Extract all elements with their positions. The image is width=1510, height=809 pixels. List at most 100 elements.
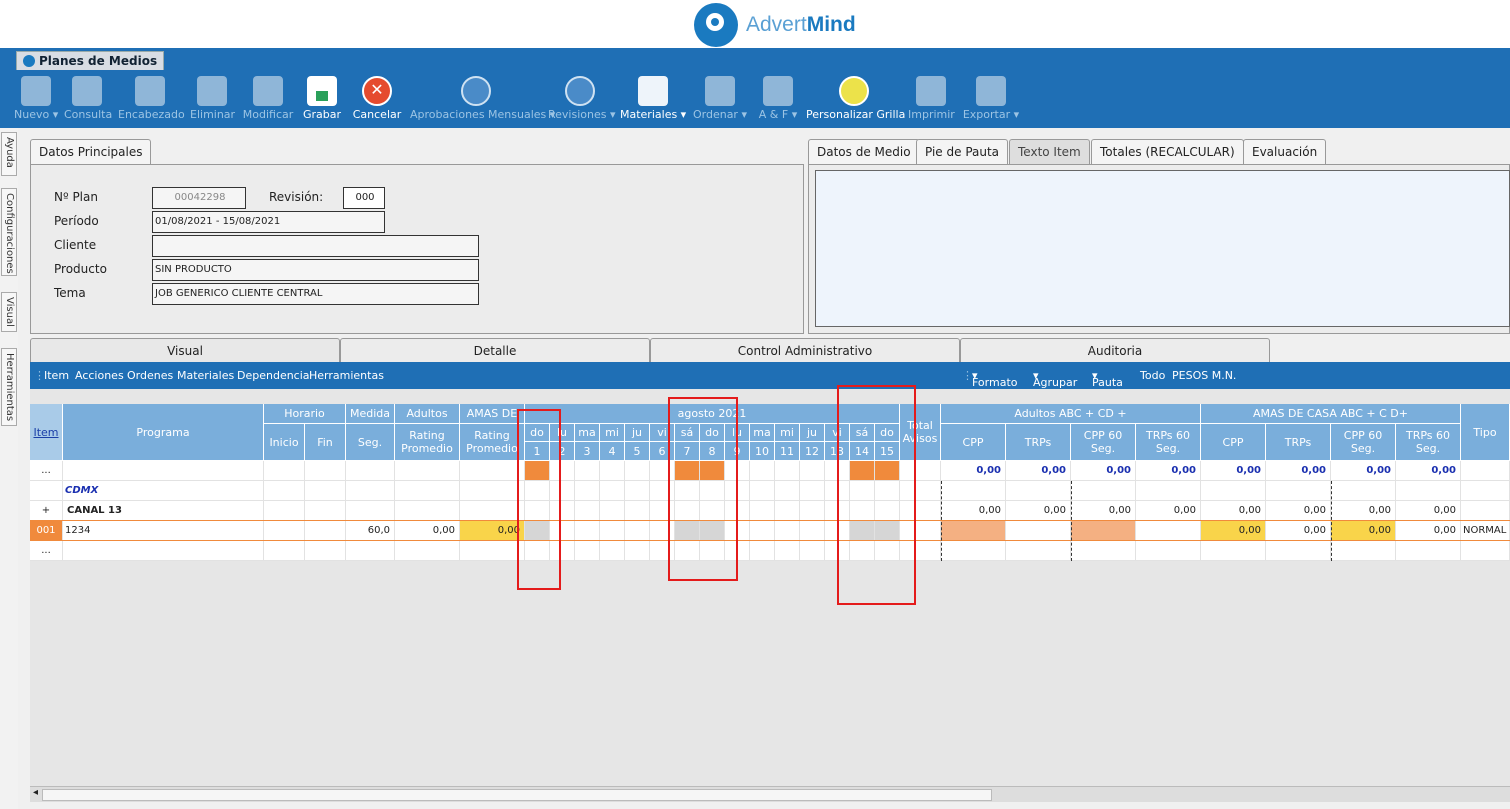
metric-header[interactable]: CPP — [941, 424, 1006, 461]
tab-datos-de-medio[interactable]: Datos de Medio — [808, 139, 920, 165]
metric-cell[interactable] — [1006, 481, 1071, 501]
day-cell[interactable] — [600, 461, 625, 481]
header-seg[interactable]: Seg. — [346, 424, 395, 461]
modificar-button[interactable]: Modificar — [242, 70, 294, 128]
header-item[interactable]: Item — [30, 404, 63, 461]
texto-item-textarea[interactable] — [815, 170, 1510, 327]
grid-cell[interactable] — [395, 541, 460, 561]
day-cell[interactable] — [600, 521, 625, 541]
grid-cell[interactable] — [305, 501, 346, 521]
ordenar-button[interactable]: Ordenar ▾ — [692, 70, 748, 128]
metric-header[interactable]: CPP — [1201, 424, 1266, 461]
personalizar-grilla-button[interactable]: Personalizar Grilla — [806, 70, 905, 128]
day-cell[interactable] — [775, 501, 800, 521]
menu-dependencia[interactable]: Dependencia — [237, 369, 310, 382]
tipo-cell[interactable] — [1461, 501, 1510, 521]
scroll-thumb[interactable] — [42, 789, 992, 801]
revisiones-button[interactable]: Revisiones ▾ — [548, 70, 616, 128]
grid-cell[interactable] — [264, 461, 305, 481]
materiales-button[interactable]: Materiales ▾ — [620, 70, 686, 128]
metric-cell[interactable] — [1071, 481, 1136, 501]
tab-visual[interactable]: Visual — [30, 338, 340, 362]
tab-detalle[interactable]: Detalle — [340, 338, 650, 362]
tab-evaluacion[interactable]: Evaluación — [1243, 139, 1327, 165]
tab-texto-item[interactable]: Texto Item — [1009, 139, 1090, 165]
day-of-week-header[interactable]: ju — [800, 424, 825, 442]
encabezado-button[interactable]: Encabezado — [118, 70, 185, 128]
header-programa[interactable]: Programa — [63, 404, 264, 461]
day-cell[interactable] — [800, 541, 825, 561]
item-programa[interactable]: 1234 — [63, 521, 264, 541]
metric-cell[interactable] — [1201, 541, 1266, 561]
item-seg[interactable]: 60,0 — [346, 521, 395, 541]
menu-herramientas[interactable]: Herramientas — [309, 369, 384, 382]
tipo-cell[interactable] — [1461, 541, 1510, 561]
day-cell[interactable] — [575, 541, 600, 561]
day-number-header[interactable]: 5 — [625, 442, 650, 461]
metric-header[interactable]: CPP 60 Seg. — [1331, 424, 1396, 461]
day-of-week-header[interactable]: ma — [750, 424, 775, 442]
new-button[interactable]: Nuevo ▾ — [14, 70, 58, 128]
periodo-field[interactable]: 01/08/2021 - 15/08/2021 — [152, 211, 385, 233]
grid-cell[interactable] — [460, 501, 525, 521]
day-cell[interactable] — [575, 461, 600, 481]
grid-cell[interactable] — [395, 461, 460, 481]
metric-cell[interactable] — [1071, 541, 1136, 561]
side-tab-herramientas[interactable]: Herramientas — [1, 348, 17, 426]
metric-header[interactable]: TRPs 60 Seg. — [1396, 424, 1461, 461]
day-cell[interactable] — [750, 521, 775, 541]
metric-cell[interactable] — [1396, 481, 1461, 501]
day-cell[interactable] — [575, 481, 600, 501]
grid-cell[interactable] — [264, 541, 305, 561]
tab-datos-principales[interactable]: Datos Principales — [30, 139, 152, 165]
cancelar-button[interactable]: Cancelar — [352, 70, 402, 128]
day-number-header[interactable]: 11 — [775, 442, 800, 461]
header-tipo[interactable]: Tipo — [1461, 404, 1510, 461]
item-metric[interactable] — [1006, 521, 1071, 541]
day-cell[interactable] — [625, 501, 650, 521]
item-metric[interactable] — [941, 521, 1006, 541]
grabar-button[interactable]: Grabar — [302, 70, 342, 128]
day-cell[interactable] — [600, 501, 625, 521]
metric-header[interactable]: TRPs 60 Seg. — [1136, 424, 1201, 461]
menu-moneda[interactable]: PESOS M.N. — [1172, 369, 1236, 382]
producto-field[interactable]: SIN PRODUCTO — [152, 259, 479, 281]
side-tab-configuraciones[interactable]: Configuraciones — [1, 188, 17, 276]
imprimir-button[interactable]: Imprimir — [908, 70, 955, 128]
tema-field[interactable]: JOB GENERICO CLIENTE CENTRAL — [152, 283, 479, 305]
revision-field[interactable]: 000 — [343, 187, 385, 209]
tab-control-administrativo[interactable]: Control Administrativo — [650, 338, 960, 362]
tipo-cell[interactable] — [1461, 461, 1510, 481]
metric-cell[interactable] — [1266, 541, 1331, 561]
metric-cell[interactable] — [1136, 541, 1201, 561]
menu-pauta[interactable]: Pauta ▾ — [1092, 369, 1123, 389]
item-tipo[interactable]: NORMAL — [1461, 521, 1510, 541]
header-rating[interactable]: Rating Promedio — [395, 424, 460, 461]
day-cell[interactable] — [800, 461, 825, 481]
menu-agrupar[interactable]: Agrupar ▾ — [1033, 369, 1077, 389]
af-button[interactable]: A & F ▾ — [756, 70, 800, 128]
day-cell[interactable] — [775, 461, 800, 481]
expand-icon[interactable]: + — [30, 501, 63, 521]
day-cell[interactable] — [800, 481, 825, 501]
scroll-left-icon[interactable]: ◂ — [33, 787, 38, 798]
exportar-button[interactable]: Exportar ▾ — [962, 70, 1020, 128]
tab-totales[interactable]: Totales (RECALCULAR) — [1091, 139, 1244, 165]
day-of-week-header[interactable]: ju — [625, 424, 650, 442]
blank-row-item[interactable]: ... — [30, 541, 63, 561]
grid-cell[interactable] — [395, 481, 460, 501]
grid-cell[interactable] — [460, 461, 525, 481]
day-cell[interactable] — [800, 501, 825, 521]
grid-cell[interactable] — [264, 481, 305, 501]
metric-cell[interactable] — [1266, 481, 1331, 501]
cliente-field[interactable] — [152, 235, 479, 257]
grid-cell[interactable] — [264, 501, 305, 521]
day-cell[interactable] — [625, 461, 650, 481]
side-tab-visual[interactable]: Visual — [1, 292, 17, 332]
horizontal-scrollbar[interactable]: ◂ — [30, 786, 1510, 802]
menu-materiales[interactable]: Materiales — [177, 369, 234, 382]
item-rating[interactable]: 0,00 — [395, 521, 460, 541]
item-metric[interactable]: 0,00 — [1331, 521, 1396, 541]
grid-cell[interactable] — [63, 541, 264, 561]
day-cell[interactable] — [775, 481, 800, 501]
